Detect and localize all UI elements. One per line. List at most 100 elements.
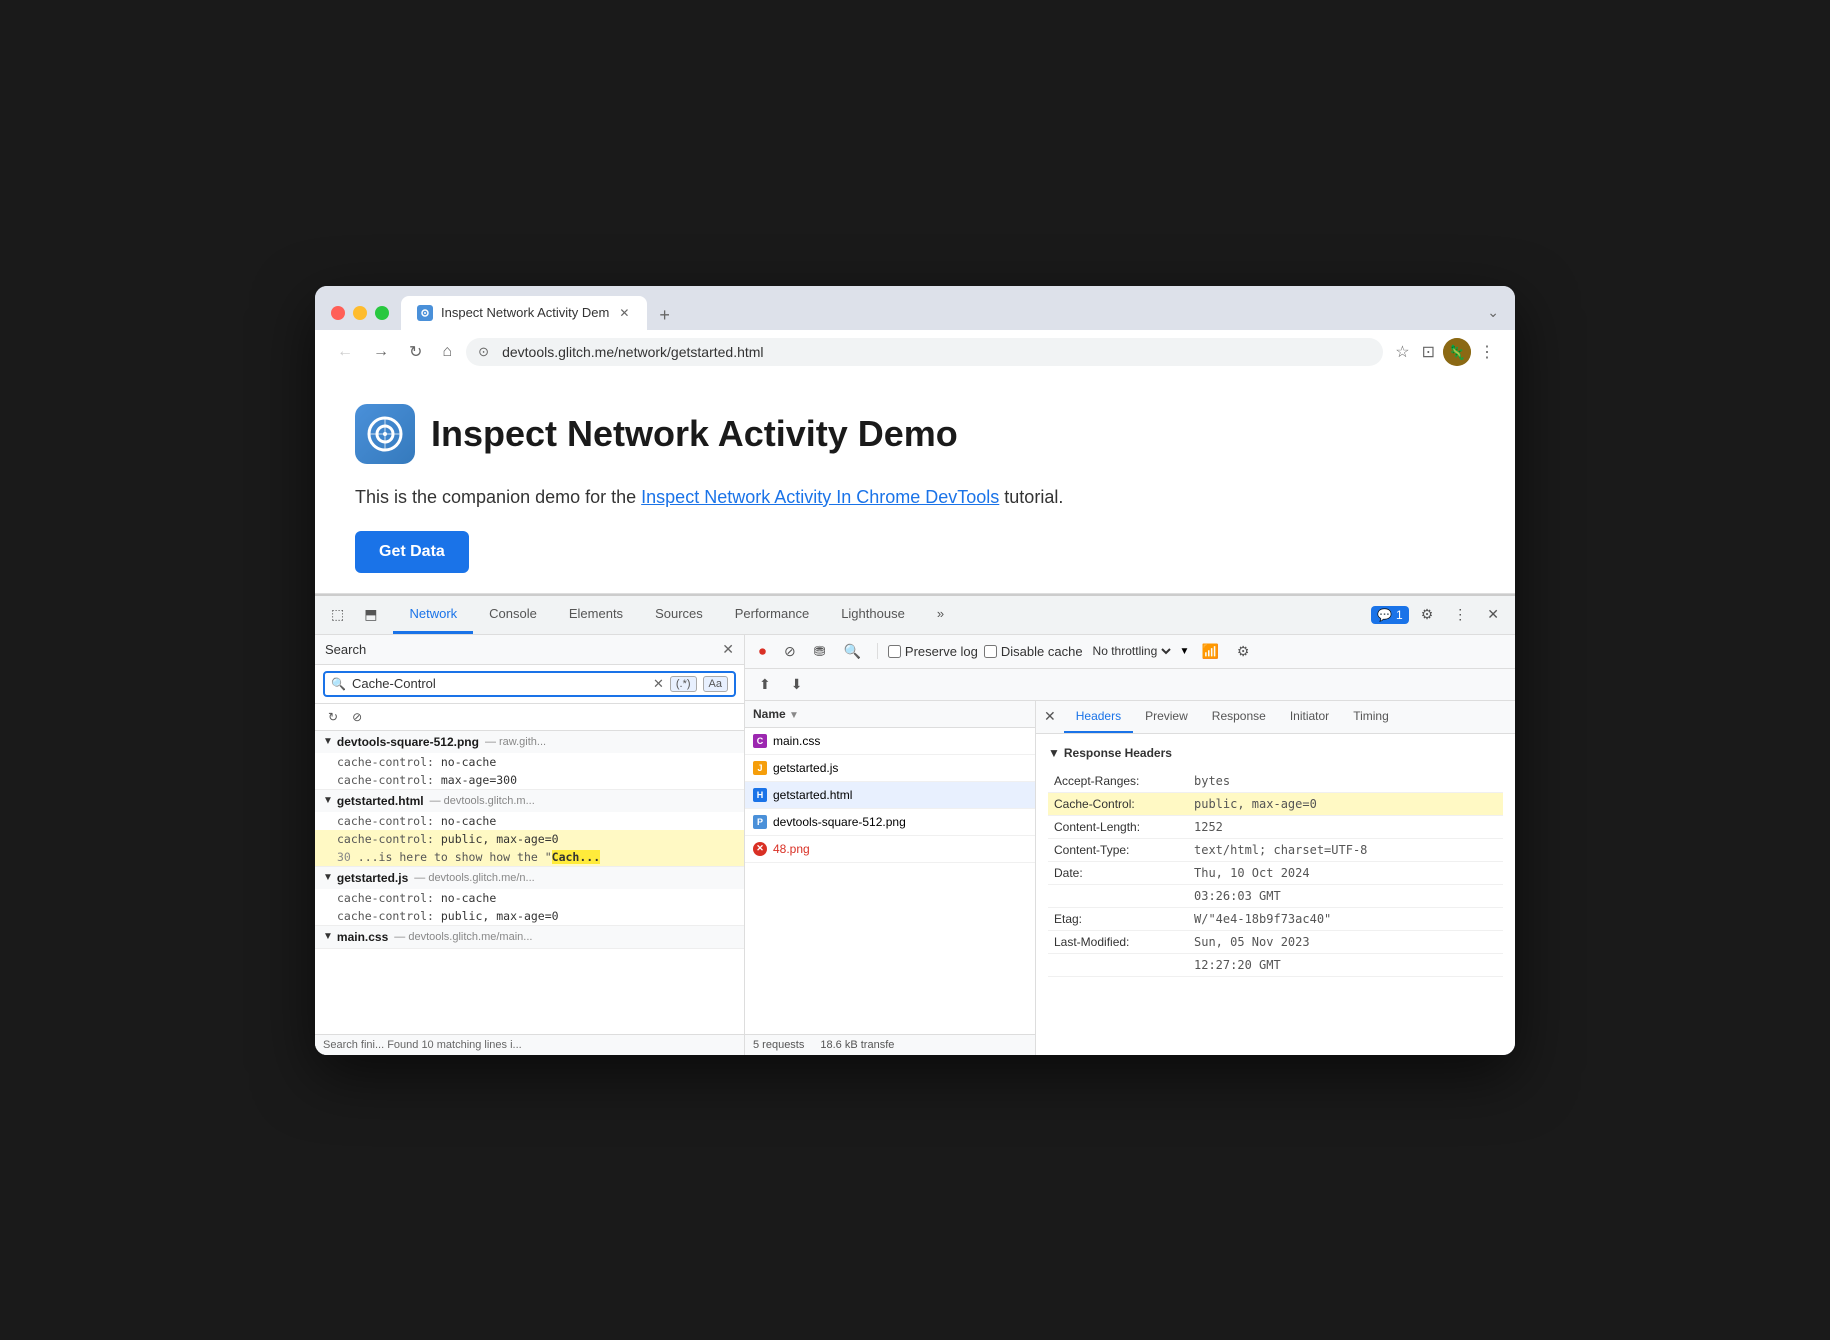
tab-headers[interactable]: Headers: [1064, 701, 1133, 733]
tab-close-icon[interactable]: ✕: [617, 304, 631, 322]
header-name: Date:: [1048, 861, 1188, 884]
result-line-item[interactable]: 30 ...is here to show how the "Cach...: [315, 848, 744, 866]
bookmark-icon[interactable]: ☆: [1391, 338, 1413, 366]
import-har-icon[interactable]: ⬇: [785, 672, 809, 697]
search-result-file[interactable]: ▼ devtools-square-512.png — raw.gith...: [315, 731, 744, 753]
preserve-log-checkbox[interactable]: [888, 645, 901, 658]
tab-response[interactable]: Response: [1200, 701, 1278, 733]
filter-icon[interactable]: ⛃: [808, 639, 832, 664]
tab-more[interactable]: »: [921, 596, 960, 634]
file-name: getstarted.html: [773, 788, 852, 802]
export-har-icon[interactable]: ⬆: [753, 672, 777, 697]
tutorial-link[interactable]: Inspect Network Activity In Chrome DevTo…: [641, 487, 999, 507]
result-line-item[interactable]: cache-control: no-cache: [315, 889, 744, 907]
network-conditions-icon[interactable]: 📶: [1195, 639, 1224, 664]
tab-initiator[interactable]: Initiator: [1278, 701, 1341, 733]
search-toggle-icon[interactable]: 🔍: [837, 639, 866, 664]
result-source: — devtools.glitch.me/n...: [414, 872, 534, 884]
new-tab-button[interactable]: +: [651, 301, 678, 330]
section-toggle-icon[interactable]: ▼: [1048, 746, 1060, 760]
browser-tab[interactable]: Inspect Network Activity Dem ✕: [401, 296, 647, 330]
header-value: W/"4e4-18b9f73ac40": [1188, 907, 1503, 930]
throttle-select[interactable]: No throttling: [1089, 643, 1174, 659]
search-results: ▼ devtools-square-512.png — raw.gith... …: [315, 731, 744, 1034]
forward-button[interactable]: →: [367, 339, 395, 365]
result-line-item[interactable]: cache-control: public, max-age=0: [315, 907, 744, 925]
home-button[interactable]: ⌂: [436, 339, 458, 365]
request-detail-tabs: ✕ Headers Preview Response Initiator Tim…: [1036, 701, 1515, 734]
request-detail-close-icon[interactable]: ✕: [1036, 702, 1064, 731]
reload-button[interactable]: ↻: [403, 338, 428, 366]
search-header: Search ✕: [315, 635, 744, 665]
extensions-icon[interactable]: ⊡: [1418, 338, 1439, 366]
search-result-group: ▼ main.css — devtools.glitch.me/main...: [315, 926, 744, 949]
device-toolbar-icon[interactable]: ⬒: [356, 600, 385, 629]
maximize-button[interactable]: [375, 306, 389, 320]
devtools-settings-icon[interactable]: ⚙: [1413, 600, 1442, 629]
expand-icon: ▼: [323, 795, 333, 806]
result-line-item[interactable]: cache-control: no-cache: [315, 812, 744, 830]
table-row[interactable]: C main.css: [745, 728, 1035, 755]
search-result-file[interactable]: ▼ main.css — devtools.glitch.me/main...: [315, 926, 744, 948]
tab-lighthouse[interactable]: Lighthouse: [825, 596, 921, 634]
avatar[interactable]: 🦎: [1443, 338, 1471, 366]
table-row[interactable]: P devtools-square-512.png: [745, 809, 1035, 836]
tab-performance[interactable]: Performance: [719, 596, 825, 634]
search-refresh-icon[interactable]: ↻: [323, 707, 343, 727]
close-button[interactable]: [331, 306, 345, 320]
search-result-file[interactable]: ▼ getstarted.js — devtools.glitch.me/n..…: [315, 867, 744, 889]
back-button[interactable]: ←: [331, 339, 359, 365]
search-regex-badge[interactable]: (.*): [670, 676, 697, 692]
devtools-more-icon[interactable]: ⋮: [1445, 600, 1475, 629]
tab-elements[interactable]: Elements: [553, 596, 639, 634]
table-row[interactable]: J getstarted.js: [745, 755, 1035, 782]
header-name: [1048, 953, 1188, 976]
devtools-body: Search ✕ 🔍 Cache-Control ✕ (.*) Aa: [315, 635, 1515, 1055]
result-line-item[interactable]: cache-control: public, max-age=0: [315, 830, 744, 848]
search-case-label: Aa: [709, 678, 722, 690]
header-name: Cache-Control:: [1048, 792, 1188, 815]
file-cell: H getstarted.html: [745, 784, 1035, 806]
browser-window: Inspect Network Activity Dem ✕ + ⌄ ← → ↻…: [315, 286, 1515, 1055]
tab-timing[interactable]: Timing: [1341, 701, 1401, 733]
devtools-right-actions: 💬 1 ⚙ ⋮ ✕: [1371, 600, 1507, 629]
name-column-header[interactable]: Name ▼: [745, 701, 1035, 727]
header-row: Accept-Ranges: bytes: [1048, 770, 1503, 793]
address-actions: ☆ ⊡ 🦎 ⋮: [1391, 338, 1499, 366]
search-close-icon[interactable]: ✕: [722, 641, 734, 658]
throttle-dropdown-icon: ▼: [1180, 646, 1190, 657]
tab-console[interactable]: Console: [473, 596, 553, 634]
clear-button[interactable]: ⊘: [778, 639, 802, 664]
table-row[interactable]: H getstarted.html: [745, 782, 1035, 809]
record-button[interactable]: ⏺: [753, 639, 772, 664]
tabs-bar: Inspect Network Activity Dem ✕ +: [401, 296, 1475, 330]
headers-table: Accept-Ranges: bytes Cache-Control: publ…: [1048, 770, 1503, 977]
result-line-item[interactable]: cache-control: max-age=300: [315, 771, 744, 789]
network-toolbar: ⏺ ⊘ ⛃ 🔍 Preserve log Disable cache No th…: [745, 635, 1515, 669]
tab-network[interactable]: Network: [393, 596, 473, 634]
header-value: text/html; charset=UTF-8: [1188, 838, 1503, 861]
more-options-icon[interactable]: ⋮: [1475, 338, 1499, 366]
js-file-icon: J: [753, 761, 767, 775]
network-settings-icon[interactable]: ⚙: [1231, 639, 1256, 664]
get-data-button[interactable]: Get Data: [355, 531, 469, 573]
page-header: Inspect Network Activity Demo: [355, 404, 1475, 464]
search-label: Search: [325, 642, 722, 657]
minimize-button[interactable]: [353, 306, 367, 320]
disable-cache-checkbox[interactable]: [984, 645, 997, 658]
tab-menu-icon[interactable]: ⌄: [1487, 304, 1499, 321]
search-clear-icon[interactable]: ✕: [653, 676, 664, 692]
search-case-badge[interactable]: Aa: [703, 676, 728, 692]
page-logo: [355, 404, 415, 464]
search-cancel-icon[interactable]: ⊘: [347, 707, 367, 727]
search-result-file[interactable]: ▼ getstarted.html — devtools.glitch.m...: [315, 790, 744, 812]
header-row: Etag: W/"4e4-18b9f73ac40": [1048, 907, 1503, 930]
search-result-group: ▼ getstarted.html — devtools.glitch.m...…: [315, 790, 744, 867]
address-input[interactable]: [466, 338, 1383, 366]
tab-sources[interactable]: Sources: [639, 596, 719, 634]
result-line-item[interactable]: cache-control: no-cache: [315, 753, 744, 771]
devtools-close-icon[interactable]: ✕: [1479, 600, 1507, 629]
tab-preview[interactable]: Preview: [1133, 701, 1200, 733]
table-row[interactable]: ✕ 48.png: [745, 836, 1035, 863]
inspect-element-icon[interactable]: ⬚: [323, 600, 352, 629]
